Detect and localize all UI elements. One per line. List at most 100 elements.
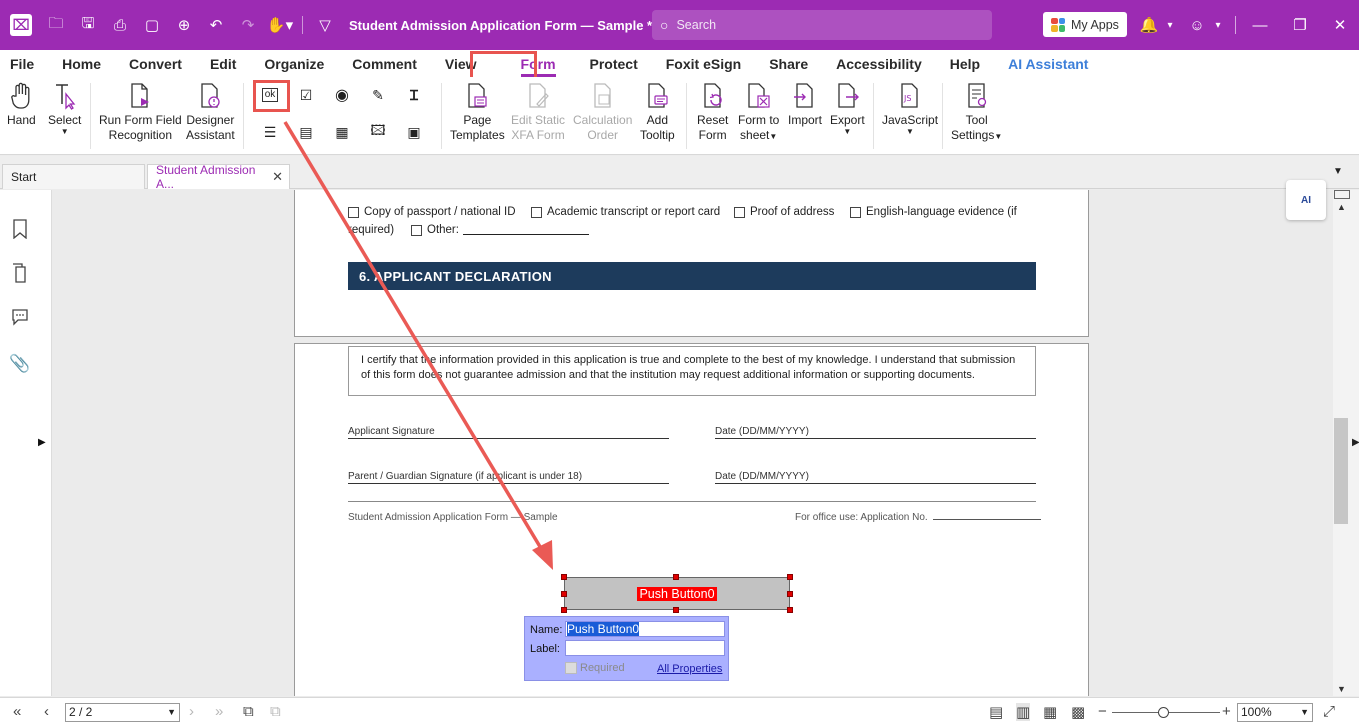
zoom-slider[interactable] [1112, 707, 1220, 718]
barcode-tool-icon[interactable]: ▦ [330, 120, 354, 144]
edit-text-field-tool-icon[interactable]: ✎ [366, 83, 390, 107]
save-icon[interactable]: 🖫 [72, 11, 104, 39]
page-templates-button[interactable]: Page Templates [450, 81, 505, 143]
redo-icon[interactable]: ↷ [232, 11, 264, 39]
name-input[interactable]: Push Button0 [565, 621, 725, 637]
resize-handle-ne[interactable] [787, 574, 793, 580]
menu-file[interactable]: File [10, 56, 34, 72]
page-number-input[interactable]: 2 / 2 ▼ [65, 703, 180, 722]
resize-handle-nw[interactable] [561, 574, 567, 580]
checkbox-address[interactable]: Proof of address [734, 206, 834, 218]
page-dropdown-icon[interactable]: ▼ [167, 704, 176, 721]
tab-start[interactable]: Start [2, 164, 145, 189]
hand-tool-quick-icon[interactable]: ✋▾ [264, 11, 296, 39]
next-page-icon[interactable]: › [189, 703, 194, 720]
hand-button[interactable]: Hand [7, 81, 36, 128]
menu-help[interactable]: Help [950, 56, 980, 72]
panel-toggle-icon[interactable] [1334, 190, 1350, 199]
javascript-dropdown-icon[interactable]: ▼ [906, 128, 914, 136]
checkbox-passport[interactable]: Copy of passport / national ID [348, 206, 516, 218]
menu-convert[interactable]: Convert [129, 56, 182, 72]
designer-assistant-button[interactable]: Designer Assistant [186, 81, 235, 143]
menu-accessibility[interactable]: Accessibility [836, 56, 922, 72]
menu-edit[interactable]: Edit [210, 56, 236, 72]
checkbox-box[interactable] [850, 206, 861, 218]
tool-settings-dropdown-icon[interactable]: ▼ [994, 132, 1002, 141]
menu-share[interactable]: Share [769, 56, 808, 72]
comments-icon[interactable] [9, 305, 31, 329]
print-icon[interactable]: ⎙ [104, 11, 136, 39]
combo-box-tool-icon[interactable]: ▤ [294, 120, 318, 144]
add-tooltip-button[interactable]: Add Tooltip [640, 81, 675, 143]
account-dropdown-icon[interactable]: ▾ [1211, 20, 1225, 31]
import-button[interactable]: Import [788, 81, 822, 128]
tool-settings-button[interactable]: Tool Settings▼ [951, 81, 1002, 143]
export-dropdown-icon[interactable]: ▼ [843, 128, 851, 136]
fit-page-icon[interactable]: ⧉ [270, 703, 281, 720]
fullscreen-icon[interactable]: ⤢ [1323, 703, 1335, 720]
pages-icon[interactable] [9, 261, 31, 285]
push-button-widget[interactable]: Push Button0 [564, 577, 790, 610]
menu-protect[interactable]: Protect [590, 56, 638, 72]
ai-assistant-bubble-icon[interactable]: AI [1286, 180, 1326, 220]
resize-handle-w[interactable] [561, 591, 567, 597]
reset-form-button[interactable]: Reset Form [697, 81, 728, 143]
facing-view-icon[interactable]: ▦ [1043, 703, 1057, 721]
radio-button-tool-icon[interactable]: ◉ [330, 83, 354, 107]
image-field-tool-icon[interactable]: 🖾 [366, 120, 390, 144]
checkbox-box[interactable] [348, 206, 359, 218]
checkbox-box[interactable] [734, 206, 745, 218]
attachment-icon[interactable]: 📎 [9, 352, 31, 376]
vertical-scrollbar-thumb[interactable] [1334, 418, 1348, 524]
tab-list-dropdown-icon[interactable]: ▼ [1333, 166, 1343, 177]
required-checkbox[interactable]: Required [565, 662, 625, 674]
checkbox-other[interactable]: Other: [411, 224, 589, 236]
zoom-level-input[interactable]: 100% ▼ [1237, 703, 1313, 722]
zoom-in-icon[interactable]: + [1222, 703, 1231, 720]
undo-icon[interactable]: ↶ [200, 11, 232, 39]
checkbox-box[interactable] [411, 224, 422, 236]
zoom-slider-knob[interactable] [1158, 707, 1169, 718]
view-pages-icon[interactable]: ⧉ [243, 703, 254, 720]
continuous-facing-view-icon[interactable]: ▩ [1071, 703, 1085, 721]
menu-home[interactable]: Home [62, 56, 101, 72]
bookmark-icon[interactable] [9, 217, 31, 241]
restore-icon[interactable]: ❐ [1286, 16, 1314, 34]
select-button[interactable]: Select ▼ [48, 81, 81, 136]
checkbox-box[interactable] [531, 206, 542, 218]
expand-right-panel-icon[interactable]: ▶ [1352, 437, 1359, 448]
customize-dropdown-icon[interactable]: ▽ [309, 11, 341, 39]
minimize-icon[interactable]: — [1246, 17, 1274, 34]
resize-handle-n[interactable] [673, 574, 679, 580]
my-apps-button[interactable]: My Apps [1043, 12, 1127, 37]
export-button[interactable]: Export ▼ [830, 81, 865, 136]
continuous-view-icon[interactable]: ▥ [1016, 703, 1031, 721]
run-form-field-recognition-button[interactable]: Run Form Field Recognition [99, 81, 182, 143]
menu-ai-assistant[interactable]: AI Assistant [1008, 56, 1088, 72]
notification-bell-icon[interactable]: 🔔 [1135, 16, 1163, 34]
tab-student-admission[interactable]: Student Admission A... ✕ [147, 163, 290, 191]
menu-organize[interactable]: Organize [264, 56, 324, 72]
required-checkbox-box[interactable] [565, 662, 577, 674]
edit-static-xfa-form-button[interactable]: Edit Static XFA Form [511, 81, 565, 143]
bell-dropdown-icon[interactable]: ▾ [1163, 20, 1177, 31]
checkbox-english[interactable]: English-language evidence (if [850, 206, 1017, 218]
menu-foxit-esign[interactable]: Foxit eSign [666, 56, 741, 72]
single-page-view-icon[interactable]: ▤ [989, 703, 1003, 721]
expand-panel-icon[interactable]: ▶ [38, 437, 46, 448]
resize-handle-s[interactable] [673, 607, 679, 613]
date-field-tool-icon[interactable]: ▣ [402, 120, 426, 144]
javascript-button[interactable]: JS JavaScript ▼ [882, 81, 938, 136]
close-tab-icon[interactable]: ✕ [272, 169, 283, 185]
calculation-order-button[interactable]: Calculation Order [573, 81, 632, 143]
checkbox-transcript[interactable]: Academic transcript or report card [531, 206, 720, 218]
text-field-tool-icon[interactable]: Ɪ [402, 83, 426, 107]
zoom-dropdown-icon[interactable]: ▼ [1300, 704, 1309, 721]
form-to-sheet-dropdown-icon[interactable]: ▼ [769, 132, 777, 141]
scroll-up-icon[interactable]: ▲ [1337, 202, 1346, 212]
all-properties-link[interactable]: All Properties [657, 663, 722, 675]
zoom-out-icon[interactable]: − [1098, 703, 1107, 720]
last-page-icon[interactable]: » [215, 703, 223, 720]
previous-page-icon[interactable]: ‹ [44, 703, 49, 720]
label-input[interactable] [565, 640, 725, 656]
